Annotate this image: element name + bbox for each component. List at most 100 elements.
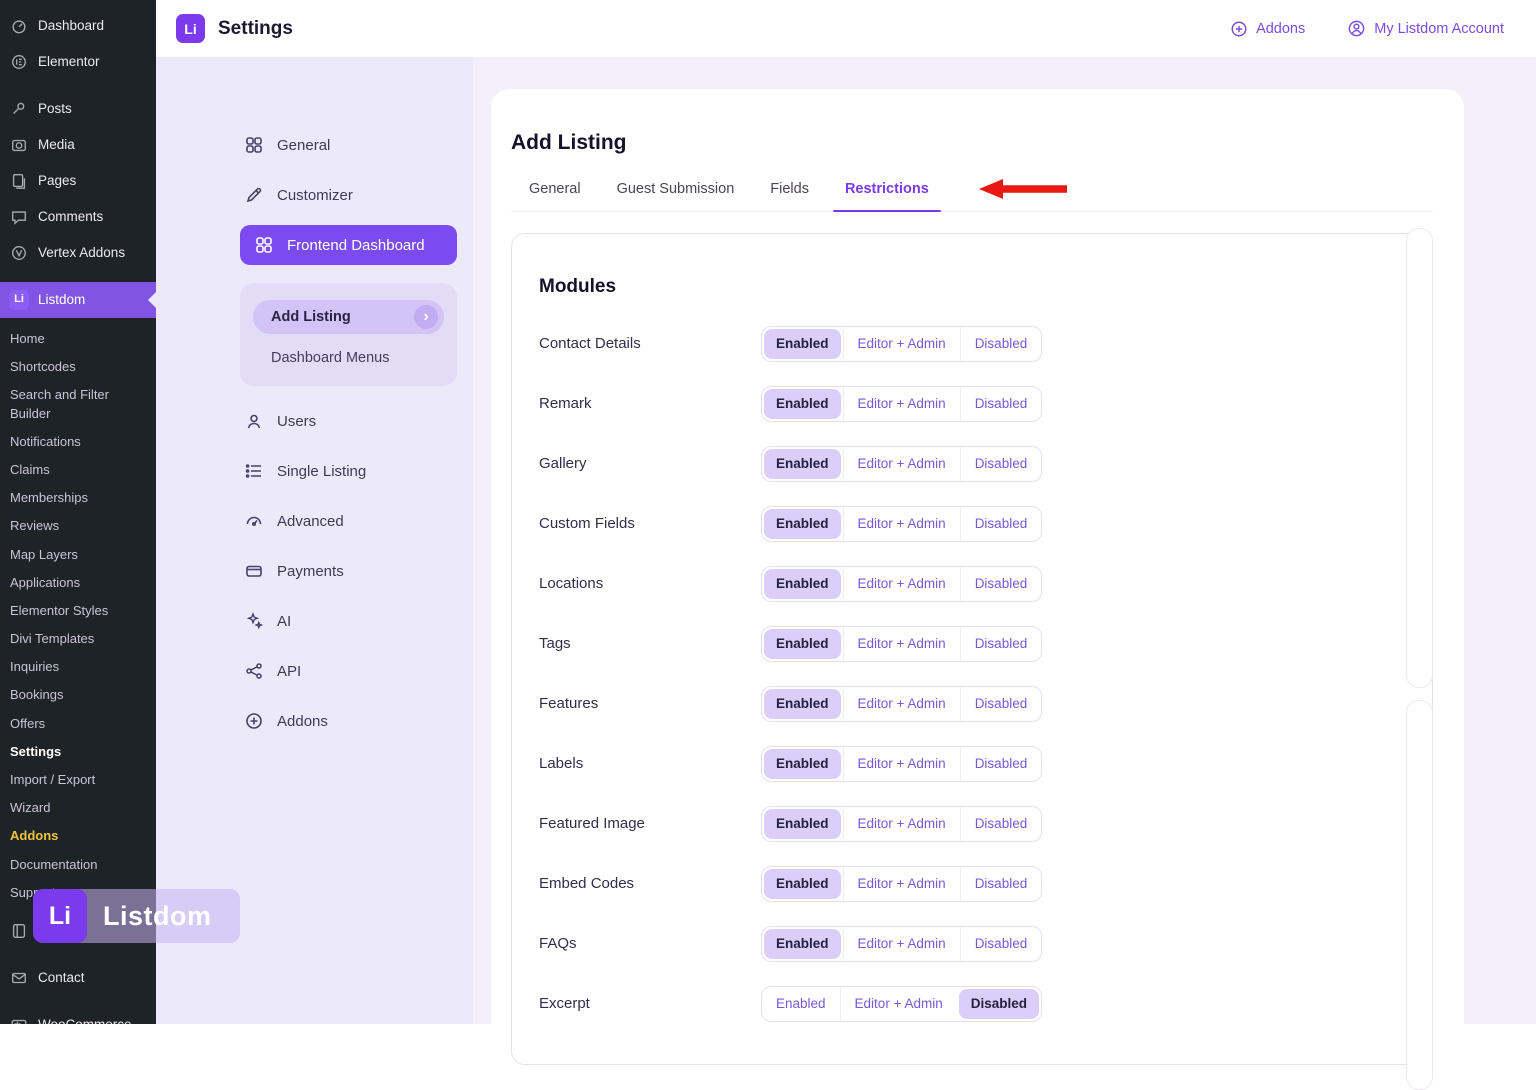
addons-link[interactable]: Addons bbox=[1229, 19, 1305, 38]
wp-submenu-item-inquiries[interactable]: Inquiries bbox=[0, 653, 156, 681]
sidebar-item-woocommerce[interactable]: WooCommerce bbox=[0, 1007, 156, 1024]
wp-submenu-item-divi-templates[interactable]: Divi Templates bbox=[0, 625, 156, 653]
module-option-enabled[interactable]: Enabled bbox=[764, 569, 841, 599]
sidebar-item-pages[interactable]: Pages bbox=[0, 163, 156, 199]
module-row: Remark EnabledEditor + AdminDisabled bbox=[539, 374, 1405, 434]
sidebar-item-contact[interactable]: Contact bbox=[0, 960, 156, 996]
module-option-editor-admin[interactable]: Editor + Admin bbox=[843, 927, 960, 961]
module-option-disabled[interactable]: Disabled bbox=[960, 747, 1042, 781]
module-label: Remark bbox=[539, 395, 761, 412]
settings-nav-frontend-dashboard[interactable]: Frontend Dashboard bbox=[240, 225, 457, 265]
module-option-disabled[interactable]: Disabled bbox=[960, 867, 1042, 901]
module-option-editor-admin[interactable]: Editor + Admin bbox=[840, 987, 957, 1021]
module-option-editor-admin[interactable]: Editor + Admin bbox=[843, 387, 960, 421]
module-options: EnabledEditor + AdminDisabled bbox=[761, 566, 1042, 602]
module-option-editor-admin[interactable]: Editor + Admin bbox=[843, 747, 960, 781]
module-option-disabled[interactable]: Disabled bbox=[960, 387, 1042, 421]
module-option-editor-admin[interactable]: Editor + Admin bbox=[843, 807, 960, 841]
module-option-editor-admin[interactable]: Editor + Admin bbox=[843, 327, 960, 361]
module-option-enabled[interactable]: Enabled bbox=[764, 749, 841, 779]
woocommerce-icon bbox=[9, 1015, 29, 1024]
module-option-disabled[interactable]: Disabled bbox=[960, 447, 1042, 481]
module-option-editor-admin[interactable]: Editor + Admin bbox=[843, 867, 960, 901]
module-option-enabled[interactable]: Enabled bbox=[764, 509, 841, 539]
module-option-editor-admin[interactable]: Editor + Admin bbox=[843, 687, 960, 721]
settings-nav-api[interactable]: API bbox=[240, 651, 457, 691]
tab-guest-submission[interactable]: Guest Submission bbox=[599, 181, 753, 211]
module-option-editor-admin[interactable]: Editor + Admin bbox=[843, 627, 960, 661]
frontend-dashboard-subpanel: Add Listing › Dashboard Menus bbox=[240, 283, 457, 386]
wp-submenu-item-settings[interactable]: Settings bbox=[0, 738, 156, 766]
main-column: Li Settings Addons My Listdom Account bbox=[156, 0, 1536, 1024]
wp-submenu-item-home[interactable]: Home bbox=[0, 325, 156, 353]
settings-nav-ai[interactable]: AI bbox=[240, 601, 457, 641]
module-option-enabled[interactable]: Enabled bbox=[764, 929, 841, 959]
plus-circle-icon bbox=[244, 711, 264, 731]
module-option-disabled[interactable]: Disabled bbox=[960, 507, 1042, 541]
module-option-editor-admin[interactable]: Editor + Admin bbox=[843, 567, 960, 601]
wp-submenu-item-claims[interactable]: Claims bbox=[0, 456, 156, 484]
tab-general[interactable]: General bbox=[511, 181, 599, 211]
module-option-disabled[interactable]: Disabled bbox=[960, 687, 1042, 721]
sidebar-item-posts[interactable]: Posts bbox=[0, 91, 156, 127]
subnav-dashboard-menus[interactable]: Dashboard Menus bbox=[253, 350, 444, 366]
sidebar-item-dashboard[interactable]: Dashboard bbox=[0, 8, 156, 44]
module-option-enabled[interactable]: Enabled bbox=[764, 689, 841, 719]
sidebar-item-elementor[interactable]: Elementor bbox=[0, 44, 156, 80]
settings-nav-users[interactable]: Users bbox=[240, 401, 457, 441]
wp-submenu-item-search-and-filter-builder[interactable]: Search and Filter Builder bbox=[0, 381, 156, 427]
settings-nav-advanced[interactable]: Advanced bbox=[240, 501, 457, 541]
active-menu-arrow bbox=[148, 292, 156, 308]
module-options: EnabledEditor + AdminDisabled bbox=[761, 926, 1042, 962]
module-option-disabled[interactable]: Disabled bbox=[960, 927, 1042, 961]
sidebar-item-listdom[interactable]: Li Listdom bbox=[0, 282, 156, 318]
settings-nav-payments[interactable]: Payments bbox=[240, 551, 457, 591]
sidebar-item-media[interactable]: Media bbox=[0, 127, 156, 163]
subnav-add-listing[interactable]: Add Listing › bbox=[253, 300, 444, 334]
grid-icon bbox=[244, 135, 264, 155]
module-option-disabled[interactable]: Disabled bbox=[960, 807, 1042, 841]
module-option-editor-admin[interactable]: Editor + Admin bbox=[843, 507, 960, 541]
wp-submenu-item-applications[interactable]: Applications bbox=[0, 569, 156, 597]
wp-submenu-item-shortcodes[interactable]: Shortcodes bbox=[0, 353, 156, 381]
module-option-disabled[interactable]: Disabled bbox=[960, 327, 1042, 361]
module-option-editor-admin[interactable]: Editor + Admin bbox=[843, 447, 960, 481]
scrollbar-thumb[interactable] bbox=[1406, 700, 1433, 1090]
settings-nav-customizer[interactable]: Customizer bbox=[240, 175, 457, 215]
wp-submenu-item-addons[interactable]: Addons bbox=[0, 822, 156, 850]
main-content: Add Listing General Guest Submission Fie… bbox=[473, 57, 1536, 1024]
tab-fields[interactable]: Fields bbox=[752, 181, 827, 211]
module-option-disabled[interactable]: Disabled bbox=[960, 567, 1042, 601]
wp-submenu-item-notifications[interactable]: Notifications bbox=[0, 428, 156, 456]
module-option-disabled[interactable]: Disabled bbox=[960, 627, 1042, 661]
wp-submenu-item-documentation[interactable]: Documentation bbox=[0, 851, 156, 879]
module-option-disabled[interactable]: Disabled bbox=[959, 989, 1039, 1019]
wp-submenu-item-bookings[interactable]: Bookings bbox=[0, 681, 156, 709]
account-link[interactable]: My Listdom Account bbox=[1347, 19, 1504, 38]
wp-submenu-item-import-export[interactable]: Import / Export bbox=[0, 766, 156, 794]
module-option-enabled[interactable]: Enabled bbox=[762, 987, 840, 1021]
settings-nav-general[interactable]: General bbox=[240, 125, 457, 165]
wp-submenu-item-elementor-styles[interactable]: Elementor Styles bbox=[0, 597, 156, 625]
module-options: EnabledEditor + AdminDisabled bbox=[761, 806, 1042, 842]
settings-nav-single-listing[interactable]: Single Listing bbox=[240, 451, 457, 491]
settings-nav-addons[interactable]: Addons bbox=[240, 701, 457, 741]
tab-restrictions[interactable]: Restrictions bbox=[827, 181, 947, 211]
wp-submenu-item-wizard[interactable]: Wizard bbox=[0, 794, 156, 822]
wp-submenu-item-map-layers[interactable]: Map Layers bbox=[0, 541, 156, 569]
wp-submenu-item-memberships[interactable]: Memberships bbox=[0, 484, 156, 512]
module-option-enabled[interactable]: Enabled bbox=[764, 329, 841, 359]
module-option-enabled[interactable]: Enabled bbox=[764, 809, 841, 839]
sidebar-item-vertex-addons[interactable]: Vertex Addons bbox=[0, 235, 156, 271]
wp-submenu-item-offers[interactable]: Offers bbox=[0, 710, 156, 738]
module-option-enabled[interactable]: Enabled bbox=[764, 449, 841, 479]
wp-submenu-item-reviews[interactable]: Reviews bbox=[0, 512, 156, 540]
sidebar-item-comments[interactable]: Comments bbox=[0, 199, 156, 235]
module-options: EnabledEditor + AdminDisabled bbox=[761, 626, 1042, 662]
module-option-enabled[interactable]: Enabled bbox=[764, 629, 841, 659]
module-option-enabled[interactable]: Enabled bbox=[764, 389, 841, 419]
module-option-enabled[interactable]: Enabled bbox=[764, 869, 841, 899]
module-row: Tags EnabledEditor + AdminDisabled bbox=[539, 614, 1405, 674]
settings-nav-label: API bbox=[277, 663, 301, 680]
scrollbar-thumb[interactable] bbox=[1406, 228, 1433, 688]
